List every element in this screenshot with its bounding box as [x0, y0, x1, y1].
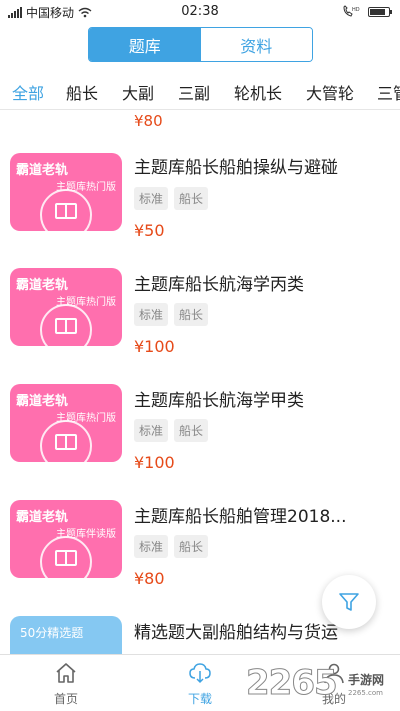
- segment-control: 题库 资料: [88, 27, 313, 62]
- thumbnail-brand: 霸道老轨: [16, 510, 69, 525]
- tab-third-mate[interactable]: 三副: [178, 80, 210, 104]
- list-item[interactable]: 霸道老轨 主题库热门版 主题库船长航海学甲类 标准 船长 ¥100: [0, 384, 400, 500]
- status-time: 02:38: [181, 4, 219, 19]
- book-icon: [55, 550, 77, 566]
- nav-download-label: 下载: [187, 692, 212, 706]
- filter-button[interactable]: [322, 575, 376, 629]
- segment-question-bank[interactable]: 题库: [89, 28, 201, 61]
- book-icon: [55, 203, 77, 219]
- watermark-text: 手游网: [348, 673, 385, 687]
- tag-level: 标准: [134, 419, 169, 442]
- nav-home[interactable]: 首页: [16, 655, 116, 711]
- tab-all[interactable]: 全部: [12, 80, 44, 104]
- list-item[interactable]: 霸道老轨 主题库热门版 主题库船长船舶操纵与避碰 标准 船长 ¥50: [0, 151, 400, 267]
- course-list: ¥80 霸道老轨 主题库热门版 主题库船长船舶操纵与避碰 标准 船长 ¥50 霸…: [0, 111, 400, 654]
- tag-level: 标准: [134, 187, 169, 210]
- book-icon: [55, 318, 77, 334]
- nav-home-label: 首页: [53, 692, 78, 706]
- course-price: ¥50: [134, 221, 165, 240]
- course-tags: 标准 船长: [134, 535, 209, 558]
- book-icon: [55, 434, 77, 450]
- segment-materials[interactable]: 资料: [200, 28, 312, 61]
- watermark-url: 2265.com: [348, 689, 383, 697]
- thumbnail-brand: 霸道老轨: [16, 394, 69, 409]
- course-thumbnail: 霸道老轨 主题库伴读版: [10, 500, 122, 578]
- watermark-logo: 2265 手游网 2265.com: [246, 661, 398, 709]
- battery-icon: [368, 6, 392, 17]
- course-price: ¥100: [134, 453, 175, 472]
- course-thumbnail: 50分精选题: [10, 616, 122, 654]
- status-bar: 中国移动 02:38 HD: [0, 0, 400, 24]
- tag-role: 船长: [174, 419, 209, 442]
- category-tabs: 全部 船长 大副 三副 轮机长 大管轮 三管: [0, 72, 400, 110]
- course-thumbnail: 霸道老轨 主题库热门版: [10, 153, 122, 231]
- course-thumbnail: 霸道老轨 主题库热门版: [10, 384, 122, 462]
- course-price: ¥80: [134, 112, 163, 130]
- svg-text:HD: HD: [352, 7, 360, 13]
- tab-captain[interactable]: 船长: [66, 80, 98, 104]
- course-price: ¥80: [134, 569, 165, 588]
- tag-role: 船长: [174, 535, 209, 558]
- course-tags: 标准 船长: [134, 187, 209, 210]
- course-title: 主题库船长航海学甲类: [134, 391, 304, 411]
- course-tags: 标准 船长: [134, 303, 209, 326]
- thumbnail-brand: 霸道老轨: [16, 278, 69, 293]
- home-icon: [56, 663, 76, 683]
- filter-icon: [339, 593, 359, 611]
- nav-download[interactable]: 下载: [150, 655, 250, 711]
- tag-role: 船长: [174, 187, 209, 210]
- tab-chief-engineer[interactable]: 轮机长: [234, 80, 282, 104]
- course-title: 精选题大副船舶结构与货运: [134, 623, 338, 643]
- list-item[interactable]: 霸道老轨 主题库热门版 主题库船长航海学丙类 标准 船长 ¥100: [0, 268, 400, 384]
- list-item-partial-top[interactable]: ¥80: [0, 111, 400, 147]
- tag-role: 船长: [174, 303, 209, 326]
- course-title: 主题库船长船舶管理2018...: [134, 507, 347, 527]
- course-thumbnail: 霸道老轨 主题库热门版: [10, 268, 122, 346]
- hd-call-icon: HD: [343, 5, 360, 17]
- course-price: ¥100: [134, 337, 175, 356]
- thumbnail-brand: 霸道老轨: [16, 163, 69, 178]
- course-tags: 标准 船长: [134, 419, 209, 442]
- tab-second-engineer[interactable]: 大管轮: [306, 80, 354, 104]
- status-right: HD: [342, 5, 392, 18]
- thumbnail-label: 50分精选题: [20, 626, 84, 640]
- tab-third-engineer[interactable]: 三管: [377, 80, 400, 104]
- course-title: 主题库船长船舶操纵与避碰: [134, 158, 338, 178]
- tab-chief-mate[interactable]: 大副: [122, 80, 154, 104]
- download-icon: [189, 663, 211, 684]
- course-title: 主题库船长航海学丙类: [134, 275, 304, 295]
- watermark-number: 2265: [246, 663, 339, 704]
- tag-level: 标准: [134, 535, 169, 558]
- tag-level: 标准: [134, 303, 169, 326]
